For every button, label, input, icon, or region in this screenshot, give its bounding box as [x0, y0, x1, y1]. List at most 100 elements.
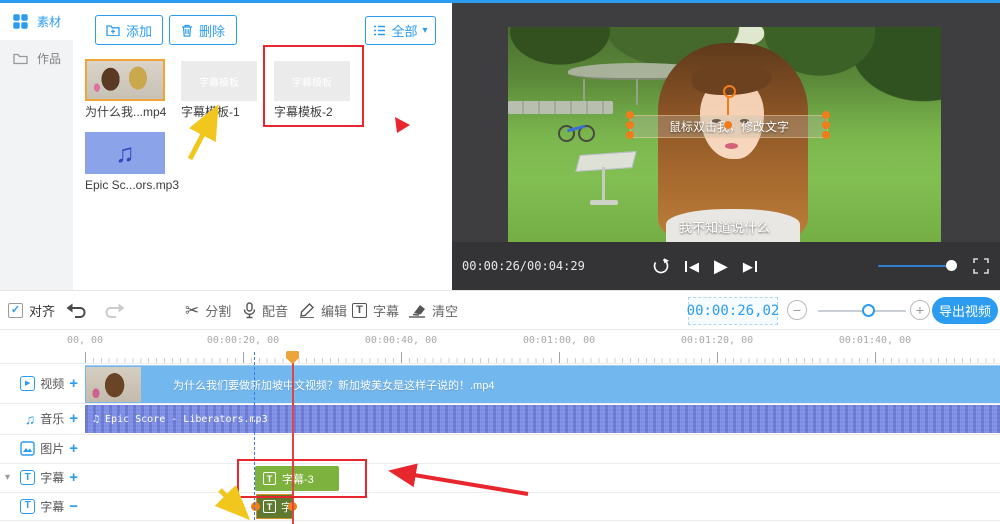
redo-icon	[105, 303, 125, 318]
player-control-bar: 00:00:26/00:04:29 ◀ ▶ ▶	[452, 242, 1000, 290]
subtitle-track-icon: T	[20, 470, 36, 485]
video-clip[interactable]: 为什么我们要做新加坡中文视频？新加坡美女是这样子说的！.mp4	[85, 365, 1000, 403]
split-label: 分割	[205, 303, 232, 319]
edit-toolbar: ✓ 对齐 ✂ 分割 配音 编辑 T 字幕 清空 00:00:26,02 − + …	[0, 290, 1000, 330]
sidebar-item-works[interactable]: 作品	[0, 40, 73, 77]
media-library-panel: 素材 作品 添加 删除 全部 ▾ 为什么我...mp4 字幕模板 字幕模板-1 …	[0, 3, 452, 290]
video-subtitle-text: 我不知道说什么	[678, 220, 770, 235]
delete-button-label: 删除	[198, 23, 225, 39]
remove-subtitle-track-button[interactable]: −	[69, 499, 78, 514]
add-image-track-button[interactable]: +	[69, 441, 78, 456]
delete-media-button[interactable]: 删除	[169, 15, 237, 45]
loop-playback-button[interactable]	[652, 257, 670, 275]
materials-tab-label: 素材	[37, 15, 62, 29]
redo-button[interactable]	[104, 291, 125, 329]
edit-button[interactable]: 编辑	[299, 291, 347, 329]
trash-icon	[181, 24, 192, 37]
ruler-label: 00:01:40, 00	[838, 335, 912, 346]
music-clip-label: Epic Score - Liberators.mp3	[105, 413, 268, 425]
ruler-ticks	[85, 352, 1000, 363]
split-button[interactable]: ✂ 分割	[185, 291, 231, 329]
scene-woman	[654, 43, 812, 242]
align-checkbox[interactable]: ✓	[8, 302, 23, 318]
filter-selected-value: 全部	[391, 24, 418, 39]
text-tool-icon: T	[352, 302, 367, 318]
add-subtitle-track-button[interactable]: +	[69, 470, 78, 485]
overlay-rotation-handle[interactable]	[723, 85, 736, 98]
prev-bar-icon	[685, 260, 687, 272]
overlay-handle[interactable]	[626, 111, 634, 119]
overlay-rotation-line	[727, 96, 729, 115]
playhead-line	[292, 360, 294, 524]
track-header-image: 图片 +	[0, 434, 85, 463]
music-note-icon: ♫	[115, 137, 135, 168]
annotation-yellow-arrow-library	[187, 104, 219, 161]
play-icon: ▶	[714, 256, 728, 276]
microphone-icon	[243, 301, 256, 318]
fullscreen-icon[interactable]	[973, 258, 989, 274]
overlay-handle[interactable]	[822, 111, 830, 119]
scene-sign-stand	[575, 151, 638, 207]
player-controls: ◀ ▶ ▶	[652, 242, 757, 290]
current-timecode-field[interactable]: 00:00:26,02	[687, 297, 779, 325]
library-sidebar: 素材 作品	[0, 3, 73, 290]
folder-plus-icon	[106, 25, 120, 36]
overlay-handle[interactable]	[822, 131, 830, 139]
scene-pavilion-post	[636, 79, 638, 105]
timeline-zoom-knob[interactable]	[862, 304, 875, 317]
library-item-video-label: 为什么我...mp4	[85, 105, 167, 119]
subtitle-button[interactable]: T 字幕	[352, 291, 399, 329]
overlay-handle[interactable]	[822, 121, 830, 129]
media-filter-dropdown[interactable]: 全部 ▾	[365, 16, 436, 45]
template-thumb-text: 字幕模板	[199, 77, 239, 89]
volume-slider-knob[interactable]	[946, 260, 957, 271]
library-item-audio-label: Epic Sc...ors.mp3	[85, 178, 180, 192]
subtitle-clip-t-icon: T	[263, 500, 276, 513]
next-icon: ▶	[742, 258, 753, 274]
ruler-label: 00:00:40, 00	[364, 335, 438, 346]
previous-frame-button[interactable]: ◀	[685, 260, 699, 273]
export-video-button[interactable]: 导出视频	[932, 297, 998, 324]
sidebar-item-materials[interactable]: 素材	[0, 3, 73, 40]
library-item-video-thumbnail[interactable]	[85, 59, 165, 101]
scissors-icon: ✂	[185, 300, 200, 320]
collapse-caret-icon[interactable]: ▾	[5, 472, 10, 483]
add-media-button[interactable]: 添加	[95, 15, 163, 45]
player-time-display: 00:00:26/00:04:29	[462, 259, 585, 273]
library-item-subtitle-template-1-thumbnail[interactable]: 字幕模板	[181, 61, 257, 101]
annotation-red-arrow	[388, 463, 529, 496]
add-music-track-button[interactable]: +	[69, 411, 78, 426]
video-track-label: 视频	[40, 376, 65, 391]
video-clip-label: 为什么我们要做新加坡中文视频？新加坡美女是这样子说的！.mp4	[173, 379, 495, 392]
play-button[interactable]: ▶	[714, 257, 728, 275]
library-item-audio-thumbnail[interactable]: ♫	[85, 132, 165, 174]
next-frame-button[interactable]: ▶	[743, 260, 757, 273]
works-tab-label: 作品	[37, 52, 62, 66]
volume-slider[interactable]	[878, 265, 956, 267]
zoom-out-button[interactable]: −	[787, 300, 807, 320]
timeline-panel: 00, 00 00:00:20, 00 00:00:40, 00 00:01:0…	[0, 330, 1000, 524]
overlay-center-handle[interactable]	[724, 121, 732, 129]
folder-icon	[13, 53, 28, 65]
clear-button[interactable]: 清空	[408, 291, 458, 329]
scene-bicycle	[558, 117, 595, 142]
align-checkbox-group[interactable]: ✓ 对齐	[8, 291, 55, 329]
track-header-music: ♫ 音乐 +	[0, 403, 85, 434]
music-track-label: 音乐	[40, 412, 65, 426]
next-bar-icon	[754, 260, 757, 272]
ruler-label: 00:00:20, 00	[206, 335, 280, 346]
undo-button[interactable]	[66, 291, 87, 329]
overlay-handle[interactable]	[626, 131, 634, 139]
pencil-icon	[300, 303, 314, 318]
annotation-red-box-library	[263, 45, 364, 127]
track-header-subtitle-2: T 字幕 −	[0, 492, 85, 520]
dub-button[interactable]: 配音	[243, 291, 288, 329]
overlay-handle[interactable]	[626, 121, 634, 129]
chevron-down-icon: ▾	[422, 24, 428, 36]
video-frame[interactable]: 鼠标双击我，修改文字 我不知道说什么	[508, 27, 941, 242]
add-video-track-button[interactable]: +	[69, 376, 78, 391]
zoom-in-button[interactable]: +	[910, 300, 930, 320]
music-clip[interactable]: ♫ Epic Score - Liberators.mp3	[85, 405, 1000, 433]
grid-icon	[13, 14, 28, 29]
prev-icon: ◀	[689, 258, 699, 274]
